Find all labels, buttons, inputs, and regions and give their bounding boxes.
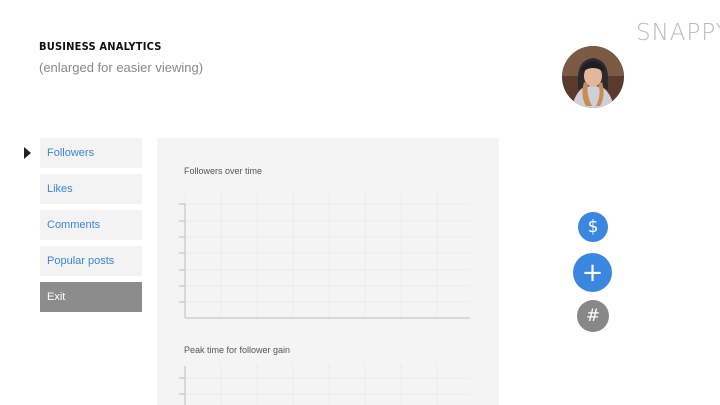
active-nav-indicator: [24, 147, 31, 159]
avatar[interactable]: [562, 46, 624, 108]
avatar-image: [562, 46, 624, 108]
hashtag-button[interactable]: #: [577, 300, 609, 332]
dollar-icon: $: [587, 217, 599, 237]
brand-logo: SNAPPY: [636, 20, 720, 46]
nav-item-popular-posts[interactable]: Popular posts: [40, 246, 142, 276]
add-button[interactable]: +: [573, 253, 612, 292]
hash-icon: #: [585, 306, 601, 326]
followers-chart-title: Followers over time: [184, 166, 263, 176]
nav-item-comments[interactable]: Comments: [40, 210, 142, 240]
exit-button[interactable]: Exit: [40, 282, 142, 312]
nav-item-followers[interactable]: Followers: [40, 138, 142, 168]
page-subtitle: (enlarged for easier viewing): [39, 60, 204, 75]
peak-chart-title: Peak time for follower gain: [184, 345, 291, 355]
charts-panel: Followers over time Peak time for follow…: [157, 138, 499, 405]
sidebar-nav: Followers Likes Comments Popular posts E…: [40, 138, 142, 318]
page-title: BUSINESS ANALYTICS: [39, 40, 162, 53]
peak-chart: [179, 364, 470, 405]
dollar-button[interactable]: $: [578, 212, 608, 242]
plus-icon: +: [581, 257, 604, 288]
nav-item-likes[interactable]: Likes: [40, 174, 142, 204]
followers-chart: [179, 191, 470, 319]
